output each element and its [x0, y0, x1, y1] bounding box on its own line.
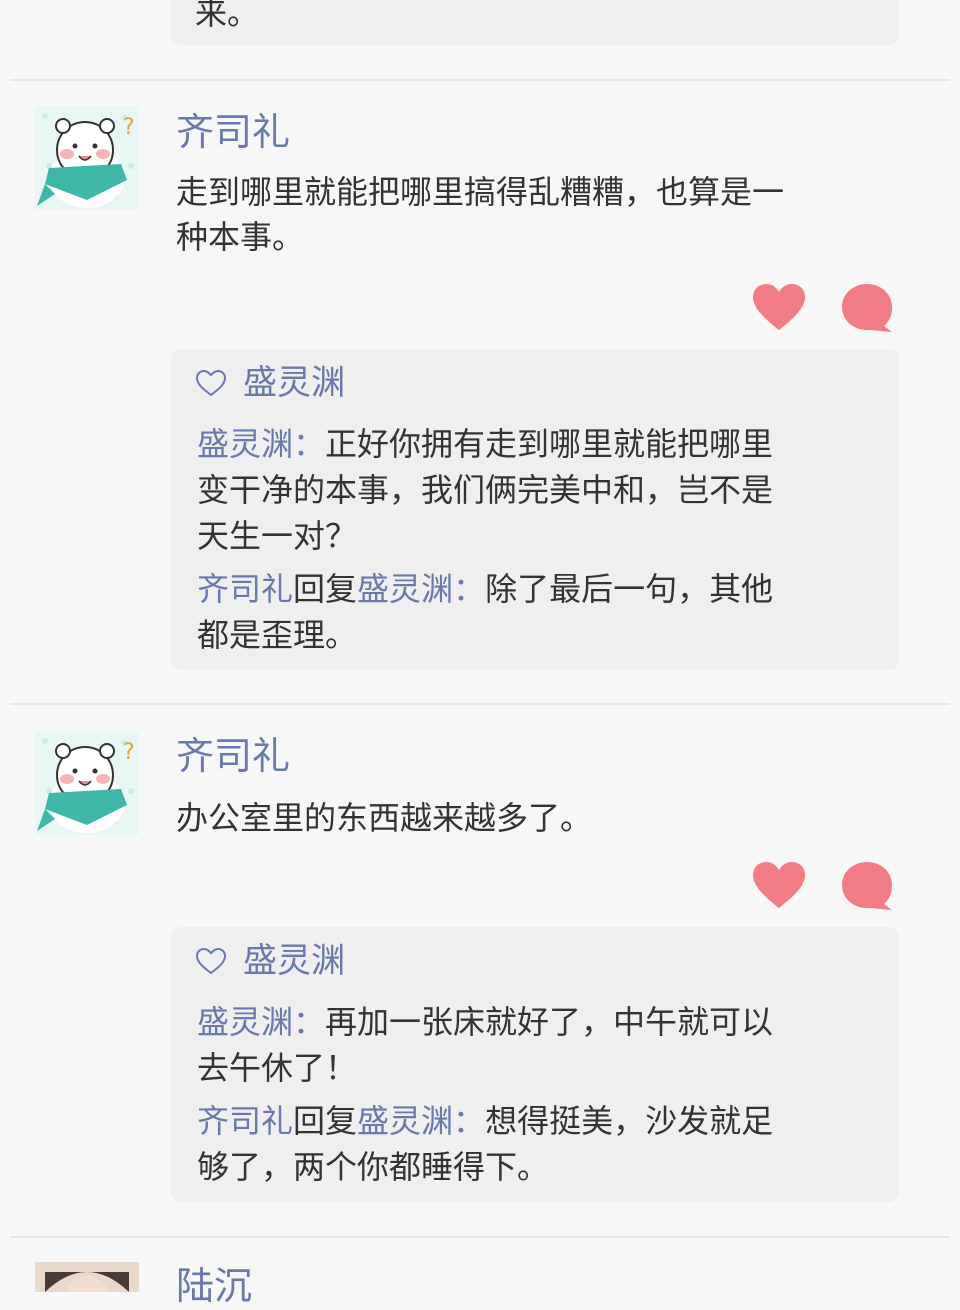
reply-line: 变干净的本事，我们俩完美中和，岂不是 [197, 471, 774, 509]
reply-author[interactable]: 盛灵渊 [197, 1003, 293, 1041]
reply-separator: ： [453, 1102, 486, 1140]
reply-line: 齐司礼回复盛灵渊：想得挺美，沙发就足 [197, 1098, 877, 1144]
reply-item: 齐司礼回复盛灵渊：想得挺美，沙发就足 够了，两个你都睡得下。 [197, 1098, 877, 1190]
reply-target[interactable]: 盛灵渊 [357, 570, 453, 608]
like-row: 盛灵渊 [195, 363, 345, 403]
reply-text: 想得挺美，沙发就足 [485, 1102, 774, 1140]
comment-author[interactable]: 齐司礼 [176, 732, 290, 780]
comment-text-line: 走到哪里就能把哪里搞得乱糟糟，也算是一 [176, 173, 785, 211]
reply-box: 盛灵渊 盛灵渊：再加一张床就好了，中午就可以 去午休了！ 齐司礼回复盛灵渊：想得… [171, 927, 899, 1202]
reply-separator: ： [293, 425, 326, 463]
divider [10, 1236, 950, 1238]
reply-line: 都是歪理。 [197, 616, 358, 654]
comment-author[interactable]: 陆沉 [176, 1262, 252, 1310]
svg-text:?: ? [123, 740, 135, 765]
like-row: 盛灵渊 [195, 941, 345, 981]
reply-target[interactable]: 盛灵渊 [357, 1102, 453, 1140]
reply-box-previous: 来。 [171, 0, 899, 45]
bear-avatar-icon[interactable]: ? [35, 731, 139, 835]
reply-text: 正好你拥有走到哪里就能把哪里 [325, 425, 774, 463]
portrait-avatar-icon [35, 1262, 139, 1292]
svg-text:?: ? [123, 115, 135, 140]
reply-text: 再加一张床就好了，中午就可以 [325, 1003, 774, 1041]
speech-bubble-icon[interactable] [840, 282, 894, 334]
comment-text-line: 种本事。 [176, 218, 305, 256]
avatar[interactable] [35, 1262, 139, 1292]
heart-icon[interactable] [752, 862, 806, 910]
reply-line: 盛灵渊：正好你拥有走到哪里就能把哪里 [197, 421, 877, 467]
heart-icon[interactable] [752, 284, 806, 332]
reply-word: 回复 [293, 570, 358, 608]
heart-outline-icon [195, 369, 227, 397]
divider [10, 79, 950, 81]
divider [10, 703, 950, 705]
liker-name[interactable]: 盛灵渊 [243, 363, 345, 403]
comment-text: 走到哪里就能把哪里搞得乱糟糟，也算是一 种本事。 [176, 170, 896, 260]
reply-text: 来。 [195, 0, 260, 32]
speech-bubble-icon[interactable] [840, 860, 894, 912]
reply-line: 够了，两个你都睡得下。 [197, 1148, 550, 1186]
reply-separator: ： [293, 1003, 326, 1041]
reply-text: 除了最后一句，其他 [485, 570, 774, 608]
comment-text: 办公室里的东西越来越多了。 [176, 796, 896, 841]
reply-author[interactable]: 齐司礼 [197, 1102, 293, 1140]
comment-text-line: 办公室里的东西越来越多了。 [176, 799, 593, 837]
reply-line: 齐司礼回复盛灵渊：除了最后一句，其他 [197, 566, 877, 612]
reply-line: 盛灵渊：再加一张床就好了，中午就可以 [197, 999, 877, 1045]
reply-line: 天生一对？ [197, 517, 358, 555]
reply-item: 盛灵渊：正好你拥有走到哪里就能把哪里 变干净的本事，我们俩完美中和，岂不是 天生… [197, 421, 877, 559]
reply-author[interactable]: 齐司礼 [197, 570, 293, 608]
reply-item: 盛灵渊：再加一张床就好了，中午就可以 去午休了！ [197, 999, 877, 1091]
comment-author[interactable]: 齐司礼 [176, 108, 290, 156]
heart-outline-icon [195, 947, 227, 975]
bear-avatar-icon[interactable]: ? [35, 106, 139, 210]
reply-author[interactable]: 盛灵渊 [197, 425, 293, 463]
reply-separator: ： [453, 570, 486, 608]
reply-line: 去午休了！ [197, 1049, 358, 1087]
reply-word: 回复 [293, 1102, 358, 1140]
reply-item: 齐司礼回复盛灵渊：除了最后一句，其他 都是歪理。 [197, 566, 877, 658]
reply-box: 盛灵渊 盛灵渊：正好你拥有走到哪里就能把哪里 变干净的本事，我们俩完美中和，岂不… [171, 349, 899, 670]
liker-name[interactable]: 盛灵渊 [243, 941, 345, 981]
